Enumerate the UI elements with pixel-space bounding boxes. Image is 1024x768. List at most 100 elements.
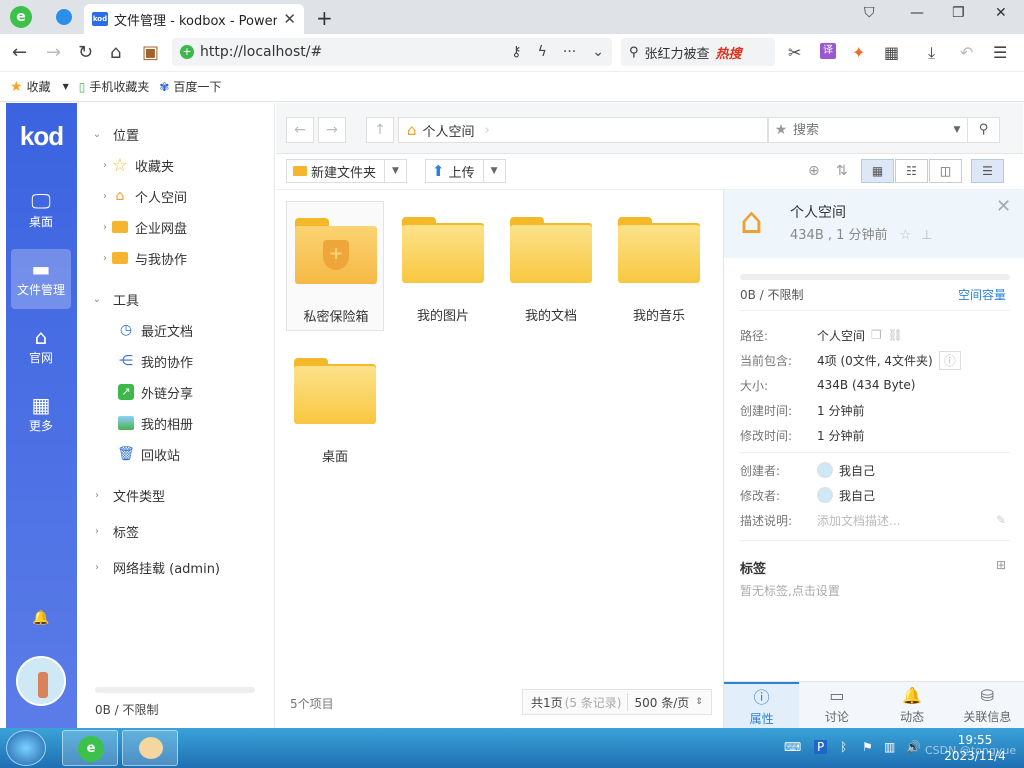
security-flag-icon[interactable]: ⚑ bbox=[862, 740, 873, 754]
bookmark-baidu[interactable]: ✾ 百度一下 bbox=[159, 78, 221, 95]
new-folder-button[interactable]: 新建文件夹 ▼ bbox=[286, 159, 408, 183]
detail-panel-toggle[interactable]: ☰ bbox=[971, 159, 1004, 183]
more-icon[interactable]: ··· bbox=[563, 44, 576, 60]
translate-icon[interactable]: 译 bbox=[820, 43, 836, 59]
apps-icon[interactable]: ▦ bbox=[884, 43, 899, 62]
telegram-icon[interactable] bbox=[56, 9, 72, 25]
file-item-safe[interactable]: + 私密保险箱 bbox=[286, 201, 384, 331]
chevron-updown-icon[interactable]: ⇕ bbox=[695, 697, 703, 707]
chevron-down-icon[interactable]: ▼ bbox=[947, 125, 967, 135]
game-icon[interactable]: ✦ bbox=[852, 43, 865, 62]
tree-item-enterprise[interactable]: › 企业网盘 bbox=[99, 216, 187, 238]
nav-more[interactable]: ▦ 更多 bbox=[11, 385, 71, 445]
browser-logo-icon[interactable]: e bbox=[10, 6, 32, 28]
tree-item-collab[interactable]: ⋲ 我的协作 bbox=[117, 350, 193, 372]
file-item-music[interactable]: 我的音乐 bbox=[610, 201, 708, 331]
key-icon[interactable]: ⚷ bbox=[511, 44, 521, 60]
restore-button[interactable]: ❐ bbox=[952, 5, 965, 21]
bluetooth-icon[interactable]: ᛒ bbox=[840, 740, 847, 754]
undo-icon[interactable]: ↶ bbox=[960, 43, 973, 62]
tree-section-filetypes[interactable]: › 文件类型 bbox=[91, 484, 165, 506]
breadcrumb[interactable]: ⌂ 个人空间 › bbox=[398, 117, 768, 143]
tree-section-tools[interactable]: ⌄ 工具 bbox=[91, 288, 139, 310]
address-bar[interactable]: + http://localhost/# ⚷ ϟ ··· ⌄ bbox=[172, 38, 612, 66]
avatar[interactable] bbox=[16, 656, 66, 706]
copy-icon[interactable]: ❐ bbox=[871, 328, 882, 342]
tree-item-links[interactable]: ↗ 外链分享 bbox=[117, 381, 193, 403]
search-input[interactable] bbox=[793, 122, 947, 138]
close-tab-icon[interactable]: ✕ bbox=[283, 10, 296, 28]
pin-icon[interactable]: ⊥ bbox=[921, 228, 932, 243]
keyboard-icon[interactable]: ⌨ bbox=[784, 740, 801, 754]
ime-icon[interactable]: P bbox=[814, 740, 828, 754]
search-icon[interactable]: ⚲ bbox=[967, 118, 999, 142]
browser-search-box[interactable]: ⚲ 张红力被查 热搜 bbox=[621, 38, 775, 66]
volume-icon[interactable]: 🔊 bbox=[906, 740, 921, 754]
file-item-desktop[interactable]: 桌面 bbox=[286, 342, 384, 472]
sort-icon[interactable]: ⇅ bbox=[836, 163, 848, 179]
star-outline-icon[interactable]: ☆ bbox=[900, 228, 912, 243]
tree-item-recycle[interactable]: 🗑 回收站 bbox=[117, 443, 180, 465]
file-item-pictures[interactable]: 我的图片 bbox=[394, 201, 492, 331]
bookmark-mobile[interactable]: ▯ 手机收藏夹 bbox=[79, 78, 150, 95]
per-page-select[interactable]: 500 条/页 bbox=[634, 694, 689, 711]
shirt-icon[interactable]: ⛉ bbox=[864, 5, 875, 21]
tree-item-recent[interactable]: ◷ 最近文档 bbox=[117, 319, 193, 341]
chevron-down-icon[interactable]: ▼ bbox=[384, 160, 406, 182]
file-item-documents[interactable]: 我的文档 bbox=[502, 201, 600, 331]
prop-value[interactable]: 我自己 bbox=[839, 487, 875, 504]
taskbar-browser[interactable]: e bbox=[62, 730, 118, 766]
tree-item-personal[interactable]: › ⌂ 个人空间 bbox=[99, 185, 187, 207]
prop-description[interactable]: 描述说明: 添加文档描述... ✎ bbox=[740, 510, 1020, 530]
tree-item-favorites[interactable]: › ☆ 收藏夹 bbox=[99, 154, 174, 176]
briefcase-icon[interactable]: ▣ bbox=[142, 42, 159, 63]
minimize-button[interactable]: — bbox=[910, 5, 924, 21]
tab-discussion[interactable]: ▭ 讨论 bbox=[799, 682, 874, 728]
browser-tab-active[interactable]: kod 文件管理 - kodbox - Powere ✕ bbox=[84, 4, 304, 34]
tab-properties[interactable]: ⓘ 属性 bbox=[724, 682, 800, 728]
new-tab-button[interactable]: + bbox=[316, 6, 333, 30]
back-button[interactable]: ← bbox=[12, 42, 27, 63]
tree-section-tags[interactable]: › 标签 bbox=[91, 520, 139, 542]
start-button[interactable] bbox=[6, 730, 46, 766]
zoom-icon[interactable]: ⊕ bbox=[808, 163, 820, 179]
tree-section-location[interactable]: ⌄ 位置 bbox=[91, 123, 139, 145]
split-view-button[interactable]: ◫ bbox=[929, 159, 962, 183]
bookmark-favorites[interactable]: ★ 收藏 ▼ bbox=[10, 78, 69, 95]
lightning-icon[interactable]: ϟ bbox=[538, 44, 547, 60]
parent-folder-button[interactable]: ↑ bbox=[366, 117, 394, 143]
home-button[interactable]: ⌂ bbox=[110, 42, 121, 63]
close-window-button[interactable]: ✕ bbox=[995, 5, 1007, 21]
tree-item-album[interactable]: 我的相册 bbox=[117, 412, 193, 434]
description-input[interactable]: 添加文档描述... bbox=[817, 512, 900, 529]
history-back-button[interactable]: ← bbox=[286, 117, 314, 143]
info-icon[interactable]: ⓘ bbox=[938, 350, 961, 370]
tab-activity[interactable]: 🔔 动态 bbox=[875, 682, 950, 728]
close-icon[interactable]: ✕ bbox=[996, 196, 1011, 217]
nav-official-site[interactable]: ⌂ 官网 bbox=[11, 317, 71, 377]
tags-empty-text[interactable]: 暂无标签,点击设置 bbox=[740, 582, 840, 599]
prop-value[interactable]: 我自己 bbox=[839, 462, 875, 479]
chevron-down-icon[interactable]: ⌄ bbox=[592, 44, 604, 60]
chevron-down-icon[interactable]: ▼ bbox=[482, 160, 505, 182]
tree-item-shared[interactable]: › 与我协作 bbox=[99, 247, 187, 269]
star-icon[interactable]: ★ bbox=[769, 122, 793, 138]
download-icon[interactable]: ⤓ bbox=[928, 43, 935, 63]
quota-link[interactable]: 空间容量 bbox=[958, 286, 1006, 303]
upload-button[interactable]: ⬆ 上传 ▼ bbox=[425, 159, 506, 183]
file-search[interactable]: ★ ▼ ⚲ bbox=[768, 117, 1000, 143]
history-forward-button[interactable]: → bbox=[318, 117, 346, 143]
reload-button[interactable]: ↻ bbox=[78, 42, 93, 63]
tree-section-mount[interactable]: › 网络挂载 (admin) bbox=[91, 556, 220, 578]
nav-file-manager[interactable]: ▬ 文件管理 bbox=[11, 249, 71, 309]
scissors-icon[interactable]: ✂ bbox=[788, 43, 801, 62]
nav-desktop[interactable]: 🖵 桌面 bbox=[11, 181, 71, 241]
notification-bell-icon[interactable]: 🔔 bbox=[32, 610, 49, 626]
list-view-button[interactable]: ☷ bbox=[895, 159, 928, 183]
taskbar-paint[interactable] bbox=[122, 730, 178, 766]
chevron-down-icon[interactable]: ▼ bbox=[63, 82, 69, 91]
add-tag-icon[interactable]: ⊞ bbox=[996, 558, 1006, 572]
tab-related[interactable]: ⛁ 关联信息 bbox=[950, 682, 1024, 728]
forward-button[interactable]: → bbox=[46, 42, 61, 63]
link-icon[interactable]: ⛓ bbox=[888, 328, 903, 342]
